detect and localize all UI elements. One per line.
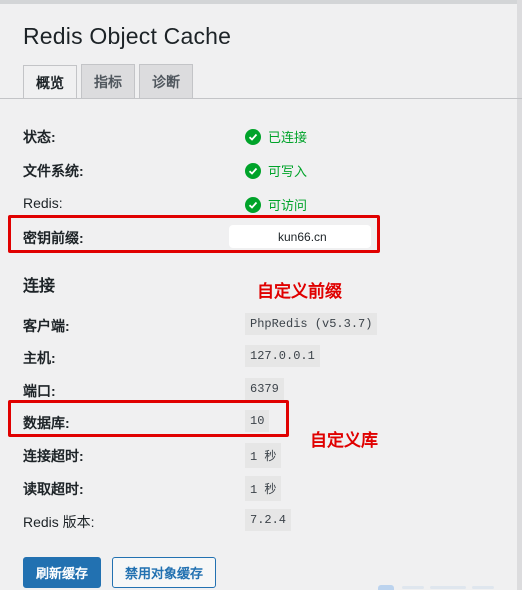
redis-value: 可访问 — [245, 195, 307, 214]
host-value: 127.0.0.1 — [245, 345, 320, 367]
check-circle-icon — [245, 128, 261, 145]
status-text: 已连接 — [268, 130, 308, 145]
port-label: 端口: — [23, 383, 56, 399]
status-row: 状态: 已连接 — [23, 124, 503, 148]
floating-toolbar-edge — [378, 585, 500, 590]
highlight-box-database — [8, 400, 289, 437]
read-timeout-value: 1 秒 — [245, 476, 282, 501]
client-label: 客户端: — [23, 318, 70, 334]
annotation-prefix-note: 自定义前缀 — [257, 282, 342, 301]
filesystem-value: 可写入 — [245, 161, 307, 180]
disable-object-cache-button[interactable]: 禁用对象缓存 — [112, 557, 216, 588]
tab-overview[interactable]: 概览 — [23, 65, 77, 99]
tabs-divider — [0, 98, 522, 99]
filesystem-row: 文件系统: 可写入 — [23, 158, 503, 182]
page-title: Redis Object Cache — [23, 23, 232, 49]
connect-timeout-label: 连接超时: — [23, 448, 84, 464]
redis-row: Redis: 可访问 — [23, 192, 503, 216]
host-row: 主机: 127.0.0.1 — [23, 345, 503, 369]
client-row: 客户端: PhpRedis (v5.3.7) — [23, 313, 503, 337]
connect-timeout-row: 连接超时: 1 秒 — [23, 443, 503, 468]
right-edge-strip — [517, 0, 522, 590]
tab-metrics[interactable]: 指标 — [81, 64, 135, 98]
redis-version-label: Redis 版本: — [23, 514, 95, 530]
highlight-box-prefix — [8, 215, 380, 253]
host-label: 主机: — [23, 350, 56, 366]
read-timeout-label: 读取超时: — [23, 481, 84, 497]
redis-text: 可访问 — [268, 198, 308, 213]
connection-section-title: 连接 — [23, 278, 56, 295]
redis-version-row: Redis 版本: 7.2.4 — [23, 509, 503, 533]
redis-label: Redis: — [23, 195, 63, 211]
toolbar-icon — [378, 585, 394, 590]
port-value: 6379 — [245, 378, 284, 400]
client-value: PhpRedis (v5.3.7) — [245, 313, 378, 335]
check-circle-icon — [245, 162, 261, 179]
toolbar-segment — [472, 586, 494, 589]
tab-bar: 概览 指标 诊断 — [23, 64, 197, 99]
flush-cache-button[interactable]: 刷新缓存 — [23, 557, 101, 588]
read-timeout-row: 读取超时: 1 秒 — [23, 476, 503, 501]
check-circle-icon — [245, 196, 261, 213]
admin-top-strip — [0, 0, 522, 4]
tab-diagnostics[interactable]: 诊断 — [139, 64, 193, 98]
port-row: 端口: 6379 — [23, 378, 503, 402]
filesystem-label: 文件系统: — [23, 163, 84, 179]
filesystem-text: 可写入 — [268, 164, 308, 179]
status-value: 已连接 — [245, 127, 307, 146]
connect-timeout-value: 1 秒 — [245, 443, 282, 468]
toolbar-segment — [430, 586, 466, 589]
status-label: 状态: — [23, 129, 56, 145]
toolbar-segment — [402, 586, 424, 589]
redis-version-value: 7.2.4 — [245, 509, 292, 531]
